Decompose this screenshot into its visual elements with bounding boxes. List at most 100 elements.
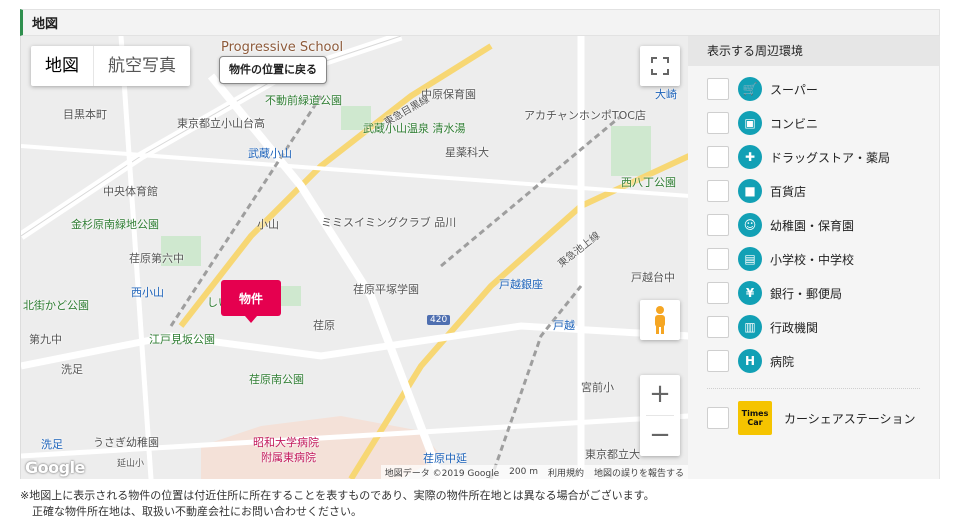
map-label: 武蔵小山温泉 清水湯: [363, 122, 466, 135]
surrounding-option-supermarket[interactable]: 🛒 スーパー: [688, 72, 939, 106]
pegman-icon: [655, 306, 665, 334]
map-label: 荏原南公園: [249, 373, 304, 386]
map-notes: ※地図上に表示される物件の位置は付近住所に所在することを表すものであり、実際の物…: [20, 488, 655, 520]
map-roads: [21, 36, 688, 479]
times-car-logo: Times Car: [738, 401, 772, 435]
zoom-out-button[interactable]: −: [649, 416, 671, 456]
option-label: コンビニ: [770, 116, 819, 131]
surrounding-option-school[interactable]: ▤ 小学校・中学校: [688, 242, 939, 276]
fullscreen-icon: [651, 57, 669, 75]
map-label: Progressive School: [221, 40, 344, 55]
surrounding-option-carshare[interactable]: Times Car カーシェアステーション: [688, 395, 939, 441]
map-label: 荏原平塚学園: [353, 283, 419, 296]
map-type-satellite-button[interactable]: 航空写真: [94, 46, 190, 86]
convenience-icon: ▣: [738, 111, 762, 135]
checkbox[interactable]: [707, 248, 729, 270]
option-label: 幼稚園・保育園: [770, 218, 855, 233]
map-label: 荏原中延: [423, 452, 467, 465]
checkbox[interactable]: [707, 78, 729, 100]
map-type-map-button[interactable]: 地図: [31, 46, 94, 86]
checkbox[interactable]: [707, 407, 729, 429]
note-line: 正確な物件所在地は、取扱い不動産会社にお問い合わせください。: [32, 505, 362, 518]
back-to-property-button[interactable]: 物件の位置に戻る: [219, 56, 327, 84]
surrounding-option-department-store[interactable]: ■ 百貨店: [688, 174, 939, 208]
divider: [707, 388, 920, 389]
map-label: アカチャンホンポTOC店: [524, 109, 646, 122]
clipboard-icon: ▥: [738, 315, 762, 339]
map-canvas[interactable]: Progressive School 目黒本町 東京都立小山台高 不動前緑道公園…: [20, 36, 688, 479]
hospital-icon: H: [738, 349, 762, 373]
school-icon: ▤: [738, 247, 762, 271]
map-label: 洗足: [41, 438, 63, 451]
map-scale: 200 m: [509, 467, 538, 477]
map-label: 西八丁公園: [621, 176, 676, 189]
checkbox[interactable]: [707, 316, 729, 338]
map-label: 戸越銀座: [499, 278, 543, 291]
map-label: 江戸見坂公園: [149, 333, 215, 346]
surrounding-option-kindergarten[interactable]: ☺ 幼稚園・保育園: [688, 208, 939, 242]
map-label: 420: [427, 315, 451, 325]
map-label: 宮前小: [581, 381, 614, 394]
map-data-credit: 地図データ ©2019 Google: [384, 468, 500, 479]
terms-link[interactable]: 利用規約: [548, 466, 584, 479]
map-label: うさぎ幼稚園: [93, 436, 159, 449]
surrounding-option-government[interactable]: ▥ 行政機関: [688, 310, 939, 344]
map-label: ミミスイミングクラブ 品川: [321, 216, 457, 229]
map-label: 東京都立大: [585, 448, 640, 461]
map-label: 中央体育館: [103, 185, 158, 198]
map-label: 目黒本町: [63, 108, 107, 121]
map-label: 荏原第六中: [129, 252, 184, 265]
map-label: 洗足: [61, 363, 83, 376]
option-label: 小学校・中学校: [770, 252, 855, 267]
map-label: 附属東病院: [261, 451, 316, 464]
surroundings-title: 表示する周辺環境: [688, 36, 939, 66]
option-label: 病院: [770, 354, 795, 369]
surrounding-option-convenience[interactable]: ▣ コンビニ: [688, 106, 939, 140]
checkbox[interactable]: [707, 112, 729, 134]
zoom-in-button[interactable]: +: [649, 375, 671, 415]
note-line: ※地図上に表示される物件の位置は付近住所に所在することを表すものであり、実際の物…: [20, 489, 655, 502]
pill-icon: ✚: [738, 145, 762, 169]
property-marker[interactable]: 物件: [221, 280, 281, 323]
section-title: 地図: [20, 9, 940, 36]
map-label: 不動前緑道公園: [265, 94, 342, 107]
surrounding-option-bank[interactable]: ¥ 銀行・郵便局: [688, 276, 939, 310]
map-label: 西小山: [131, 286, 164, 299]
option-label: カーシェアステーション: [784, 411, 916, 426]
checkbox[interactable]: [707, 282, 729, 304]
map-label: 東京都立小山台高: [177, 117, 265, 130]
option-label: ドラッグストア・薬局: [770, 150, 891, 165]
map-label: 昭和大学病院: [253, 436, 319, 449]
surroundings-panel: 表示する周辺環境 🛒 スーパー ▣ コンビニ ✚ ドラッグストア・薬局 ■ 百貨…: [688, 36, 940, 479]
option-label: 百貨店: [770, 184, 807, 199]
surrounding-option-drugstore[interactable]: ✚ ドラッグストア・薬局: [688, 140, 939, 174]
map-label: 小山: [257, 218, 279, 231]
cart-icon: 🛒: [738, 77, 762, 101]
checkbox[interactable]: [707, 350, 729, 372]
zoom-control: + −: [640, 375, 680, 456]
map-label: 戸越台中: [631, 271, 675, 284]
fullscreen-button[interactable]: [640, 46, 680, 86]
bag-icon: ■: [738, 179, 762, 203]
map-label: 金杉原南緑地公園: [71, 218, 159, 231]
option-label: 行政機関: [770, 320, 819, 335]
option-label: スーパー: [770, 82, 818, 97]
report-error-link[interactable]: 地図の誤りを報告する: [594, 466, 684, 479]
map-label: 北街かど公園: [23, 299, 89, 312]
map-label: 第九中: [29, 333, 62, 346]
kid-icon: ☺: [738, 213, 762, 237]
map-attribution: 地図データ ©2019 Google 200 m 利用規約 地図の誤りを報告する: [380, 465, 688, 479]
surrounding-option-hospital[interactable]: H 病院: [688, 344, 939, 378]
map-label: 延山小: [117, 459, 145, 469]
checkbox[interactable]: [707, 146, 729, 168]
map-label: 星薬科大: [445, 146, 489, 159]
street-view-button[interactable]: [640, 300, 680, 340]
bank-icon: ¥: [738, 281, 762, 305]
map-type-control: 地図 航空写真: [31, 46, 190, 86]
google-logo: Google: [25, 458, 85, 477]
map-label: 大崎: [655, 88, 677, 101]
map-label: 武蔵小山: [248, 147, 292, 160]
checkbox[interactable]: [707, 180, 729, 202]
map-section: 地図 Progressive School 目黒本町 東京都立小山台高 不動前緑…: [20, 9, 940, 479]
checkbox[interactable]: [707, 214, 729, 236]
